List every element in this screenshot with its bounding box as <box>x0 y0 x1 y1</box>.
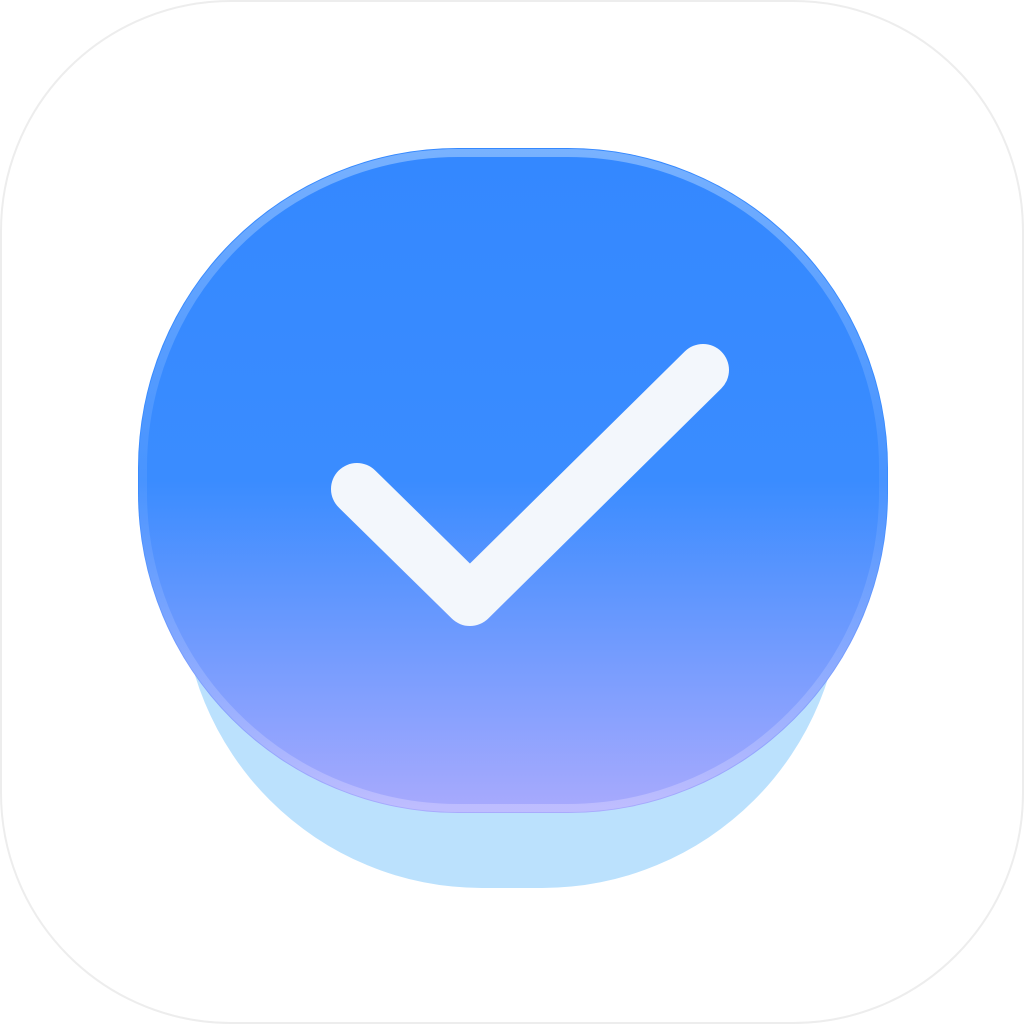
check-button-body <box>138 148 888 813</box>
app-icon-canvas <box>0 0 1024 1024</box>
checkmark-app-icon[interactable] <box>0 0 1024 1024</box>
